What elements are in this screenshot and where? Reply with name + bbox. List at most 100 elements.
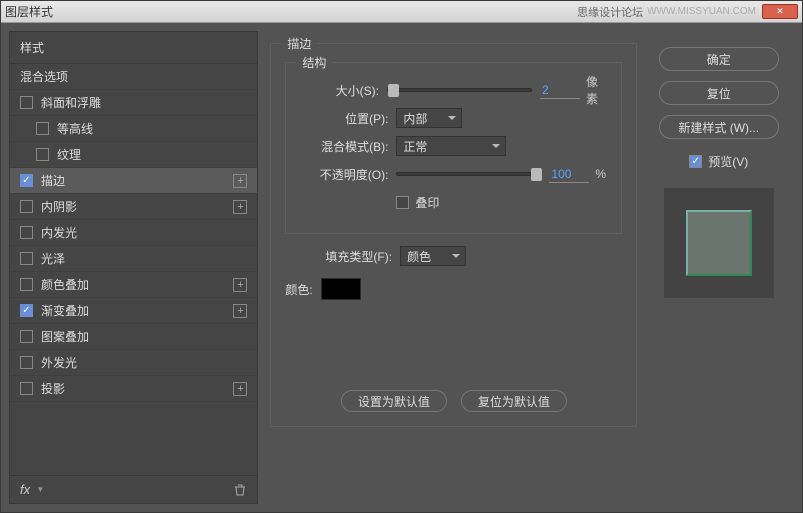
add-effect-icon[interactable]: + bbox=[233, 278, 247, 292]
style-item-label: 等高线 bbox=[57, 120, 93, 137]
style-item-label: 纹理 bbox=[57, 146, 81, 163]
right-panel: 确定 复位 新建样式 (W)... 预览(V) bbox=[649, 31, 794, 504]
style-item-label: 内阴影 bbox=[41, 198, 77, 215]
blend-options-label: 混合选项 bbox=[20, 68, 68, 85]
structure-subgroup: 结构 大小(S): 像素 位置(P): 内部 混合模式(B): 正常 bbox=[285, 62, 622, 234]
opacity-label: 不透明度(O): bbox=[300, 166, 388, 183]
size-label: 大小(S): bbox=[300, 82, 379, 99]
trash-icon[interactable] bbox=[233, 483, 247, 497]
size-unit: 像素 bbox=[586, 73, 607, 107]
color-label: 颜色: bbox=[285, 281, 312, 298]
make-default-button[interactable]: 设置为默认值 bbox=[341, 390, 447, 412]
style-checkbox[interactable] bbox=[20, 96, 33, 109]
structure-title: 结构 bbox=[296, 54, 332, 71]
opacity-input[interactable] bbox=[549, 165, 589, 183]
position-row: 位置(P): 内部 bbox=[300, 107, 607, 129]
style-item[interactable]: 外发光 bbox=[10, 350, 257, 376]
style-item-label: 外发光 bbox=[41, 354, 77, 371]
style-checkbox[interactable] bbox=[20, 226, 33, 239]
credit-text: 思缘设计论坛 bbox=[577, 4, 643, 20]
style-item-label: 渐变叠加 bbox=[41, 302, 89, 319]
style-checkbox[interactable] bbox=[36, 122, 49, 135]
style-item[interactable]: 颜色叠加 + bbox=[10, 272, 257, 298]
reset-default-button[interactable]: 复位为默认值 bbox=[461, 390, 567, 412]
add-effect-icon[interactable]: + bbox=[233, 304, 247, 318]
preview-checkbox-wrap[interactable]: 预览(V) bbox=[689, 153, 748, 170]
default-buttons-row: 设置为默认值 复位为默认值 bbox=[285, 390, 622, 412]
layer-style-dialog: 图层样式 思缘设计论坛 WWW.MISSYUAN.COM ✕ 样式 混合选项 斜… bbox=[0, 0, 803, 513]
preview-label: 预览(V) bbox=[708, 153, 748, 170]
overprint-label: 叠印 bbox=[415, 194, 439, 211]
opacity-row: 不透明度(O): % bbox=[300, 163, 607, 185]
fx-menu-button[interactable]: fx bbox=[20, 482, 30, 497]
blendmode-row: 混合模式(B): 正常 bbox=[300, 135, 607, 157]
style-item[interactable]: 斜面和浮雕 bbox=[10, 90, 257, 116]
preview-box bbox=[664, 188, 774, 298]
position-label: 位置(P): bbox=[300, 110, 388, 127]
add-effect-icon[interactable]: + bbox=[233, 174, 247, 188]
chevron-down-icon[interactable]: ▾ bbox=[38, 484, 43, 495]
styles-header[interactable]: 样式 bbox=[10, 32, 257, 64]
style-item[interactable]: 投影 + bbox=[10, 376, 257, 402]
close-button[interactable]: ✕ bbox=[762, 4, 798, 19]
overprint-row: 叠印 bbox=[300, 191, 607, 213]
style-checkbox[interactable] bbox=[20, 304, 33, 317]
filltype-label: 填充类型(F): bbox=[325, 248, 392, 265]
blendmode-select[interactable]: 正常 bbox=[396, 136, 506, 156]
style-item-label: 颜色叠加 bbox=[41, 276, 89, 293]
slider-thumb[interactable] bbox=[531, 168, 542, 181]
style-item-label: 内发光 bbox=[41, 224, 77, 241]
style-item-label: 投影 bbox=[41, 380, 65, 397]
opacity-slider[interactable] bbox=[396, 172, 541, 176]
style-checkbox[interactable] bbox=[20, 330, 33, 343]
color-swatch[interactable] bbox=[321, 278, 361, 300]
style-item-label: 斜面和浮雕 bbox=[41, 94, 101, 111]
style-checkbox[interactable] bbox=[36, 148, 49, 161]
credit-url: WWW.MISSYUAN.COM bbox=[647, 6, 756, 17]
overprint-checkbox[interactable] bbox=[396, 196, 409, 209]
cancel-button[interactable]: 复位 bbox=[659, 81, 779, 105]
overprint-checkbox-wrap[interactable]: 叠印 bbox=[396, 194, 439, 211]
window-title: 图层样式 bbox=[5, 3, 53, 20]
styles-footer: fx ▾ bbox=[10, 475, 257, 503]
stroke-group-title: 描边 bbox=[281, 35, 317, 52]
titlebar: 图层样式 思缘设计论坛 WWW.MISSYUAN.COM ✕ bbox=[1, 1, 802, 23]
options-panel: 描边 结构 大小(S): 像素 位置(P): 内部 混合模式(B): bbox=[258, 31, 649, 504]
style-item[interactable]: 渐变叠加 + bbox=[10, 298, 257, 324]
style-item[interactable]: 等高线 bbox=[10, 116, 257, 142]
style-item[interactable]: 纹理 bbox=[10, 142, 257, 168]
slider-thumb[interactable] bbox=[388, 84, 399, 97]
style-item[interactable]: 描边 + bbox=[10, 168, 257, 194]
style-item[interactable]: 内阴影 + bbox=[10, 194, 257, 220]
add-effect-icon[interactable]: + bbox=[233, 382, 247, 396]
color-row: 颜色: bbox=[285, 278, 622, 300]
style-item[interactable]: 内发光 bbox=[10, 220, 257, 246]
style-item-label: 光泽 bbox=[41, 250, 65, 267]
size-slider[interactable] bbox=[387, 88, 532, 92]
blendmode-label: 混合模式(B): bbox=[300, 138, 388, 155]
filltype-row: 填充类型(F): 颜色 bbox=[325, 246, 622, 266]
style-checkbox[interactable] bbox=[20, 278, 33, 291]
style-item[interactable]: 光泽 bbox=[10, 246, 257, 272]
opacity-unit: % bbox=[595, 167, 606, 181]
filltype-select[interactable]: 颜色 bbox=[400, 246, 466, 266]
blend-options-item[interactable]: 混合选项 bbox=[10, 64, 257, 90]
style-item-label: 图案叠加 bbox=[41, 328, 89, 345]
style-checkbox[interactable] bbox=[20, 356, 33, 369]
style-item-label: 描边 bbox=[41, 172, 65, 189]
add-effect-icon[interactable]: + bbox=[233, 200, 247, 214]
style-checkbox[interactable] bbox=[20, 252, 33, 265]
close-icon: ✕ bbox=[776, 6, 784, 17]
styles-panel: 样式 混合选项 斜面和浮雕等高线纹理描边 + 内阴影 + 内发光光泽颜色叠加 + 渐变叠加 +… bbox=[9, 31, 258, 504]
style-checkbox[interactable] bbox=[20, 174, 33, 187]
preview-checkbox[interactable] bbox=[689, 155, 702, 168]
style-checkbox[interactable] bbox=[20, 200, 33, 213]
stroke-group: 描边 结构 大小(S): 像素 位置(P): 内部 混合模式(B): bbox=[270, 43, 637, 427]
style-item[interactable]: 图案叠加 bbox=[10, 324, 257, 350]
size-input[interactable] bbox=[540, 81, 580, 99]
position-select[interactable]: 内部 bbox=[396, 108, 462, 128]
style-checkbox[interactable] bbox=[20, 382, 33, 395]
content-area: 样式 混合选项 斜面和浮雕等高线纹理描边+内阴影+内发光光泽颜色叠加+渐变叠加+… bbox=[1, 23, 802, 512]
ok-button[interactable]: 确定 bbox=[659, 47, 779, 71]
new-style-button[interactable]: 新建样式 (W)... bbox=[659, 115, 779, 139]
